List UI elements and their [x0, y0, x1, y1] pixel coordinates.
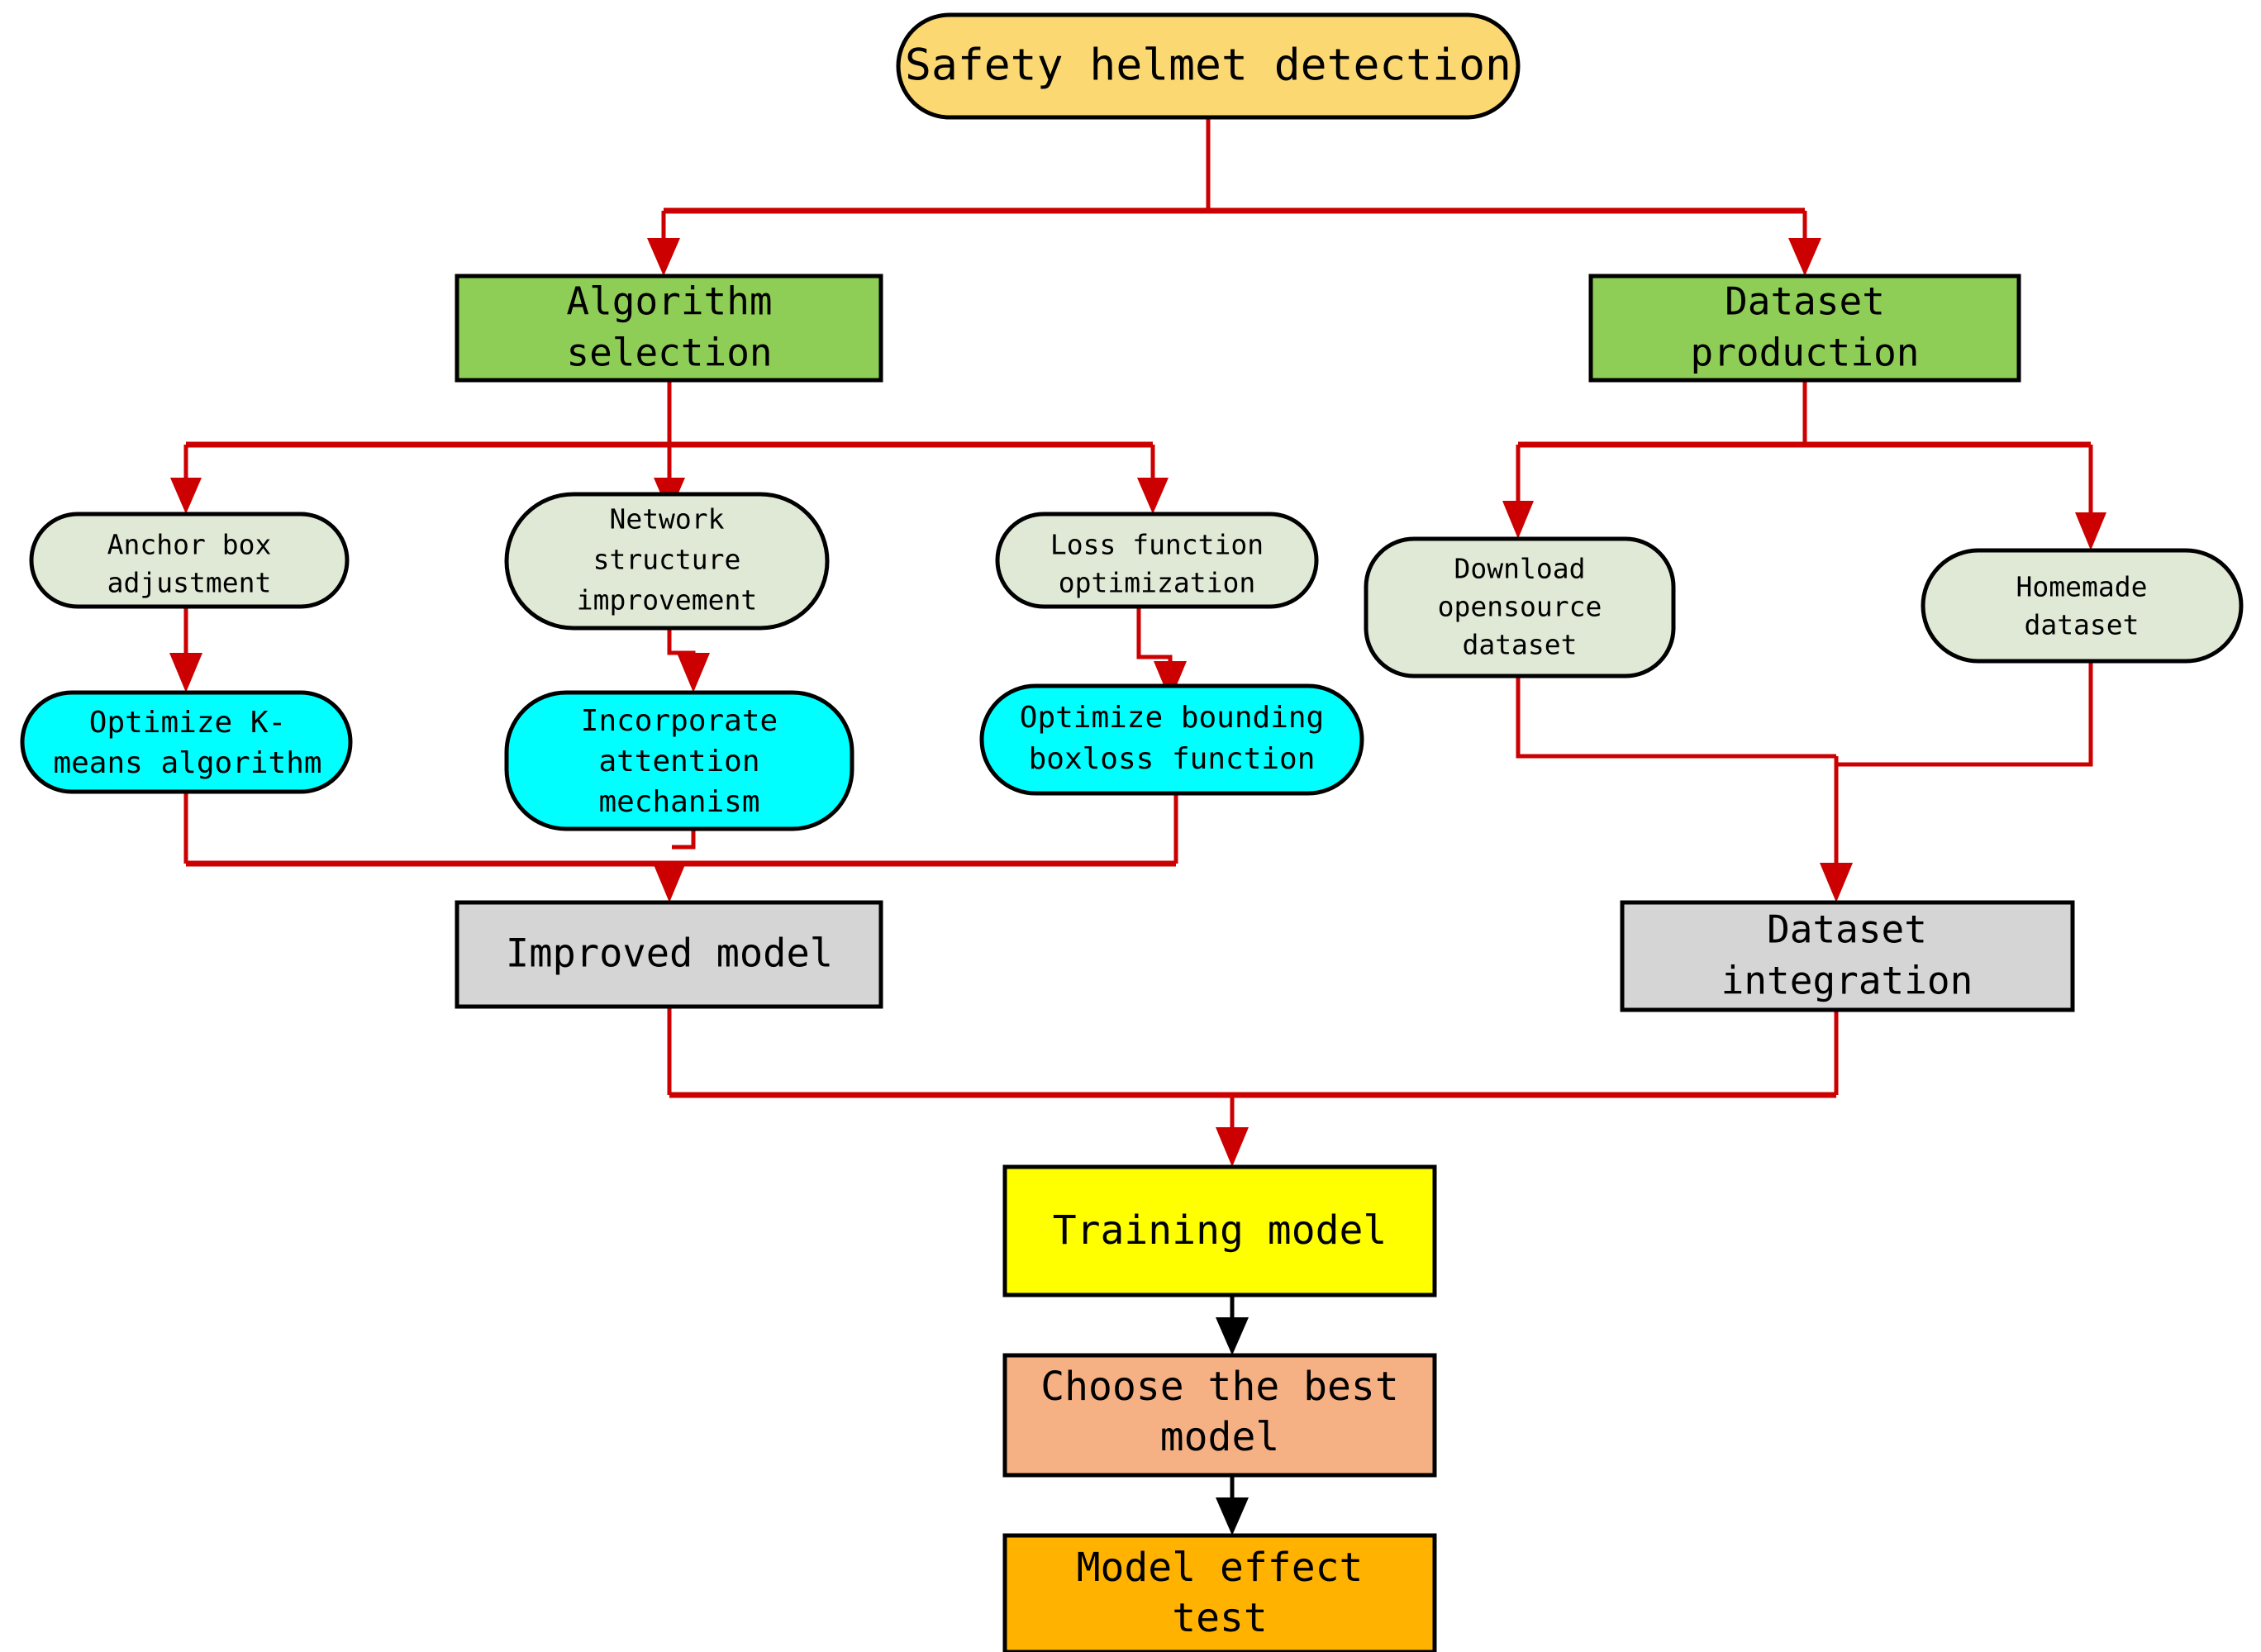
edge-download-to-integration: [1516, 676, 1836, 759]
node-training-model-label: Training model: [1053, 1207, 1388, 1254]
arrowhead-to-dataset: [1788, 238, 1821, 276]
node-homemade-dataset-label-2: dataset: [2024, 609, 2139, 641]
node-training-model[interactable]: Training model: [1002, 1164, 1437, 1297]
node-algorithm-selection-label-2: selection: [566, 331, 772, 375]
edge-attention-stub: [672, 829, 696, 850]
arrowhead-to-algorithm: [647, 238, 680, 276]
arrowhead-to-kmeans: [169, 653, 202, 693]
arrowhead-to-anchor: [170, 478, 202, 514]
flowchart-canvas: Safety helmet detection Algorithm select…: [0, 0, 2261, 1652]
node-loss-function-label-1: Loss function: [1050, 529, 1264, 561]
arrowhead-to-dataset-integration: [1820, 863, 1853, 902]
node-network-structure-label-2: structure: [593, 544, 741, 576]
arrowhead-to-improved-model: [653, 863, 686, 902]
node-choose-best-label-1: Choose the best: [1040, 1364, 1398, 1410]
node-dataset-production-label-1: Dataset: [1725, 279, 1885, 324]
node-homemade-dataset-label-1: Homemade: [2016, 571, 2148, 603]
node-download-opensource-dataset[interactable]: Download opensource dataset: [1364, 536, 1676, 678]
flowchart-svg: Safety helmet detection Algorithm select…: [20, 12, 2244, 1652]
node-anchor-box-adjustment[interactable]: Anchor box adjustment: [29, 512, 350, 609]
node-anchor-box-label-1: Anchor box: [107, 529, 272, 561]
node-choose-best-label-2: model: [1160, 1414, 1280, 1460]
arrowhead-to-download: [1502, 501, 1534, 539]
node-choose-the-best-model[interactable]: Choose the best model: [1002, 1353, 1437, 1478]
node-download-dataset-label-2: opensource: [1438, 591, 1602, 623]
node-improved-model-label: Improved model: [506, 931, 833, 977]
node-model-effect-label-2: test: [1172, 1595, 1268, 1641]
arrowhead-to-attention: [677, 653, 710, 693]
node-algorithm-selection[interactable]: Algorithm selection: [455, 274, 883, 383]
node-network-structure-label-1: Network: [609, 503, 724, 536]
node-model-effect-label-1: Model effect: [1077, 1545, 1364, 1591]
node-download-dataset-label-1: Download: [1454, 553, 1586, 585]
arrowhead-to-loss: [1137, 478, 1169, 514]
node-dataset-integration-label-2: integration: [1721, 959, 1973, 1003]
node-loss-function-label-2: optimization: [1059, 567, 1255, 599]
node-network-structure-improvement[interactable]: Network structure improvement: [504, 492, 830, 631]
node-optimize-kmeans-algorithm[interactable]: Optimize K- means algorithm: [20, 690, 353, 794]
node-safety-helmet-detection[interactable]: Safety helmet detection: [896, 12, 1521, 120]
node-loss-function-optimization[interactable]: Loss function optimization: [995, 512, 1319, 609]
node-dataset-production-label-2: production: [1691, 331, 1920, 375]
node-homemade-dataset[interactable]: Homemade dataset: [1921, 548, 2244, 664]
node-dataset-integration[interactable]: Dataset integration: [1620, 900, 2075, 1012]
node-improved-model[interactable]: Improved model: [455, 900, 883, 1009]
edge-homemade-to-integration: [1836, 661, 2093, 767]
arrowhead-to-model-effect: [1216, 1497, 1249, 1535]
node-incorporate-attention-mechanism[interactable]: Incorporate attention mechanism: [504, 690, 854, 831]
node-dataset-integration-label-1: Dataset: [1767, 907, 1927, 952]
node-algorithm-selection-label-1: Algorithm: [566, 279, 772, 324]
node-network-structure-label-3: improvement: [577, 584, 758, 617]
node-root-label: Safety helmet detection: [905, 40, 1511, 91]
arrowhead-to-homemade: [2075, 512, 2106, 550]
node-anchor-box-label-2: adjustment: [107, 567, 272, 599]
node-homemade-dataset-shape: [1921, 548, 2244, 664]
arrowhead-to-training-model: [1216, 1127, 1249, 1167]
node-incorporate-attention-label-3: mechanism: [598, 785, 759, 819]
node-incorporate-attention-label-2: attention: [598, 745, 759, 778]
node-optimize-kmeans-label-2: means algorithm: [53, 746, 321, 780]
node-optimize-kmeans-label-1: Optimize K-: [89, 706, 286, 740]
node-model-effect-test[interactable]: Model effect test: [1002, 1533, 1437, 1652]
node-dataset-production[interactable]: Dataset production: [1588, 274, 2021, 383]
node-optimize-bounding-boxloss[interactable]: Optimize bounding boxloss function: [979, 683, 1364, 796]
node-optimize-bbox-label-2: boxloss function: [1029, 742, 1316, 776]
node-download-dataset-label-3: dataset: [1462, 629, 1577, 661]
node-optimize-bbox-label-1: Optimize bounding: [1020, 701, 1324, 735]
arrowhead-to-choose-best: [1216, 1317, 1249, 1355]
node-incorporate-attention-label-1: Incorporate: [581, 704, 778, 738]
